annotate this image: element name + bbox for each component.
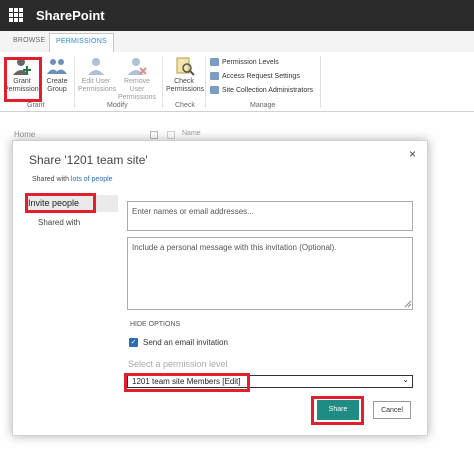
message-textarea[interactable]: Include a personal message with this inv…	[127, 237, 413, 310]
group-label-grant: Grant	[27, 102, 45, 109]
access-request-icon	[210, 72, 219, 80]
edit-user-icon	[85, 56, 107, 76]
group-label-check: Check	[175, 102, 195, 109]
sidebar-item-shared-with[interactable]: Shared with	[38, 218, 80, 227]
permission-levels-button[interactable]: Permission Levels	[210, 58, 279, 66]
permission-levels-icon	[210, 58, 219, 66]
site-collection-admins-label: Site Collection Administrators	[222, 86, 314, 94]
edit-user-permissions-label: Edit User Permissions	[78, 78, 117, 93]
group-separator	[74, 56, 75, 108]
tab-permissions[interactable]: PERMISSIONS	[49, 33, 114, 54]
check-permissions-button[interactable]: Check Permissions	[166, 56, 205, 94]
suite-bar: SharePoint	[0, 0, 474, 31]
group-label-modify: Modify	[107, 102, 128, 109]
cancel-button[interactable]: Cancel	[373, 401, 411, 419]
hide-options-link[interactable]: HIDE OPTIONS	[130, 321, 180, 328]
check-permissions-label: Check Permissions	[166, 78, 205, 93]
group-separator	[205, 56, 206, 108]
shared-with-prefix: Shared with	[32, 176, 69, 183]
app-title[interactable]: SharePoint	[36, 8, 105, 23]
group-separator	[320, 56, 321, 108]
tab-browse[interactable]: BROWSE	[13, 37, 45, 44]
check-permissions-icon	[173, 56, 195, 76]
remove-user-permissions-label: Remove User Permissions	[117, 78, 157, 101]
send-email-label: Send an email invitation	[143, 338, 228, 347]
shared-with-summary: Shared with lots of people	[32, 176, 113, 183]
highlight-permission-select	[124, 373, 250, 392]
remove-user-permissions-button[interactable]: Remove User Permissions	[116, 56, 158, 102]
access-request-settings-label: Access Request Settings	[222, 72, 300, 80]
ribbon: Grant Permissions Create Group Grant Edi…	[0, 52, 474, 112]
permission-levels-label: Permission Levels	[222, 58, 279, 66]
ribbon-tabs: BROWSE PERMISSIONS	[0, 31, 474, 54]
group-label-manage: Manage	[250, 102, 276, 109]
remove-user-icon	[126, 56, 148, 76]
shared-with-link[interactable]: lots of people	[71, 176, 113, 183]
names-input[interactable]: Enter names or email addresses...	[127, 201, 413, 231]
send-email-checkbox[interactable]: ✓	[129, 338, 138, 347]
create-group-button[interactable]: Create Group	[44, 56, 70, 94]
group-separator	[162, 56, 163, 108]
create-group-label: Create Group	[46, 78, 68, 93]
group-icon	[46, 56, 68, 76]
site-admins-icon	[210, 86, 219, 94]
highlight-share-button	[311, 396, 364, 425]
dialog-title: Share '1201 team site'	[29, 153, 148, 167]
access-request-settings-button[interactable]: Access Request Settings	[210, 72, 300, 80]
edit-user-permissions-button[interactable]: Edit User Permissions	[78, 56, 117, 94]
site-collection-admins-button[interactable]: Site Collection Administrators	[210, 86, 313, 94]
highlight-grant-permissions	[4, 57, 42, 102]
highlight-invite-people	[25, 193, 96, 213]
close-icon[interactable]: ×	[409, 147, 416, 161]
chevron-down-icon: ⌄	[402, 375, 409, 384]
permission-level-label: Select a permission level	[128, 359, 228, 369]
app-launcher-icon[interactable]	[9, 8, 23, 22]
resize-handle-icon[interactable]	[404, 300, 412, 308]
